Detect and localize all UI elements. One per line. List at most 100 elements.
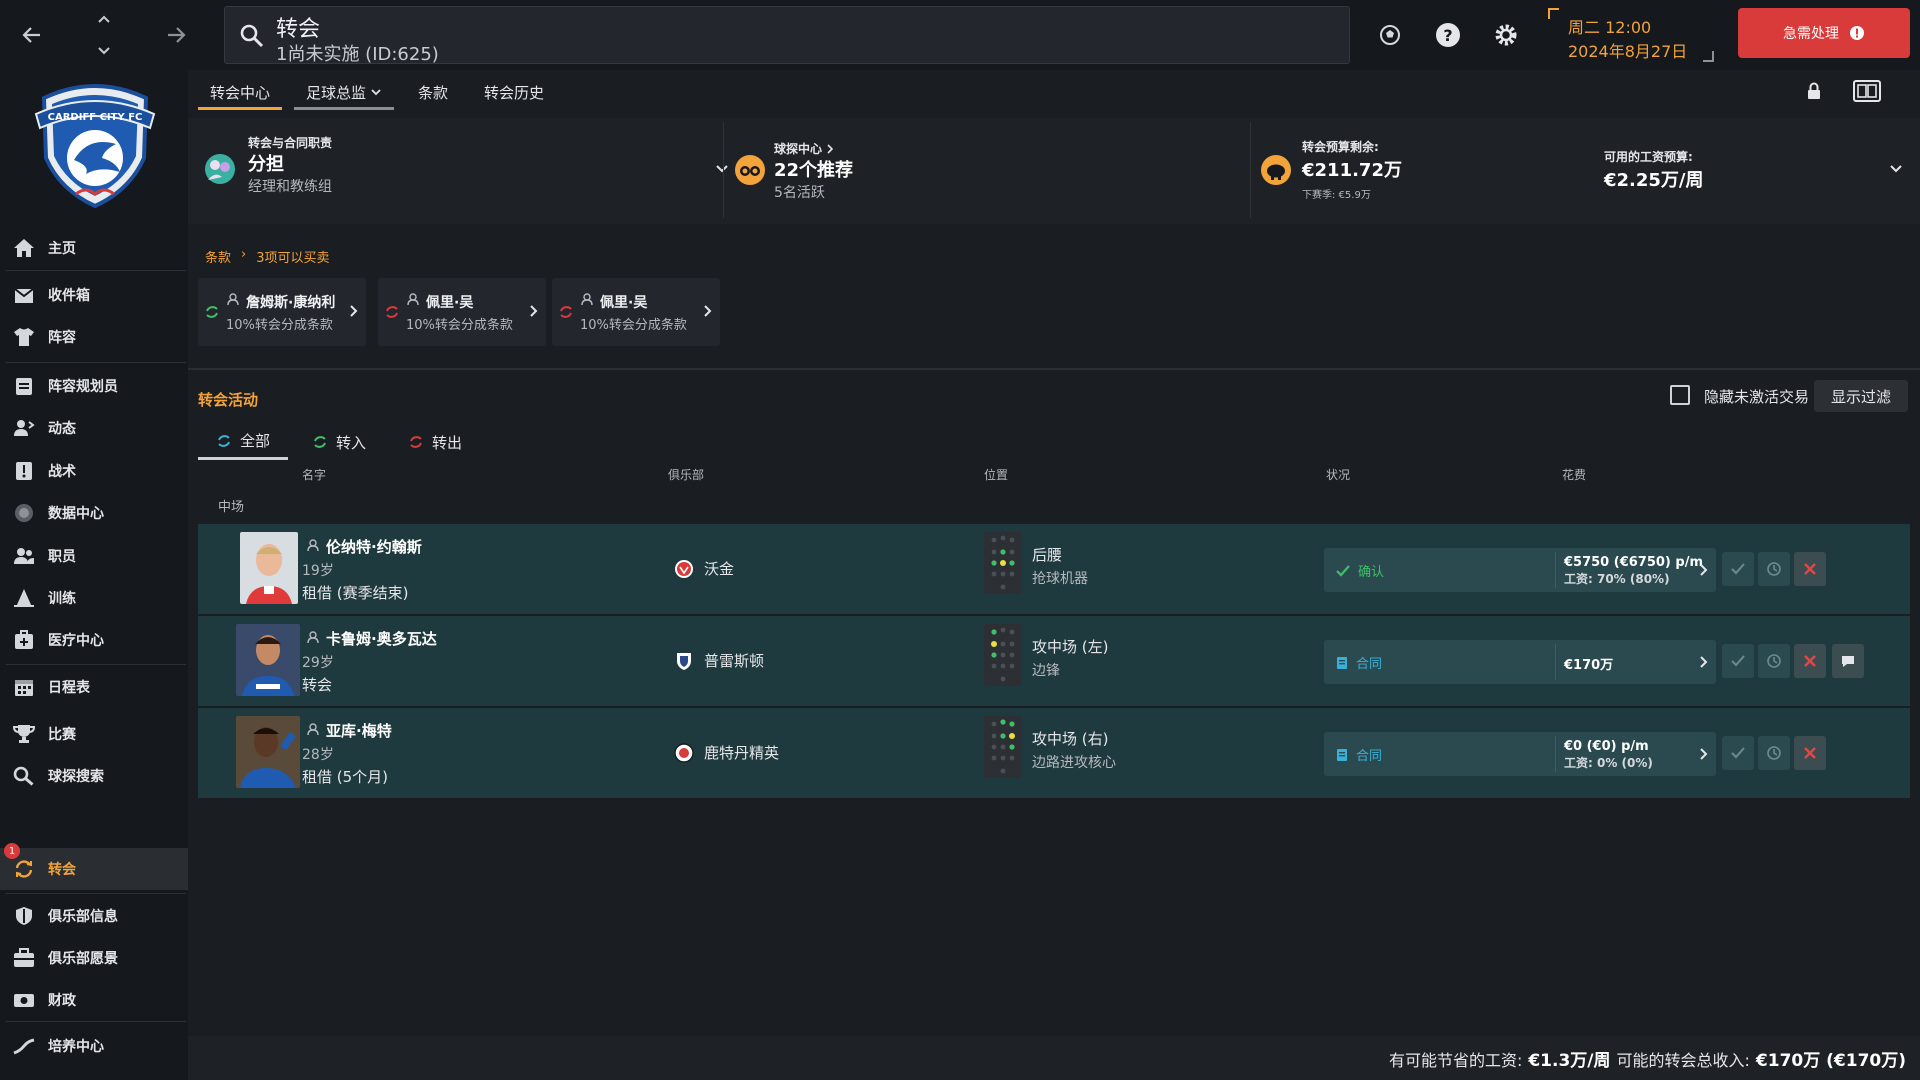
- accept-button[interactable]: [1722, 552, 1754, 586]
- layout-icon[interactable]: [1852, 78, 1884, 104]
- position-pitch: [984, 532, 1022, 594]
- settings-button[interactable]: [1486, 15, 1526, 55]
- sidebar-item-club-info[interactable]: 俱乐部信息: [0, 896, 188, 936]
- corner-top-icon: [1548, 8, 1559, 19]
- sidebar-item-inbox[interactable]: 收件箱: [0, 275, 188, 315]
- breadcrumb-root[interactable]: 条款: [205, 247, 231, 266]
- sidebar-item-finances[interactable]: 财政: [0, 980, 188, 1020]
- inbox-icon: [14, 288, 34, 303]
- player-photo: [240, 532, 298, 604]
- transfer-out-icon: [386, 306, 398, 318]
- clause-card[interactable]: 佩里·吴 10%转会分成条款: [552, 278, 720, 346]
- table-row[interactable]: 卡鲁姆·奥多瓦达 29岁 转会 普雷斯顿 攻中场 (左) 边锋 合同 €170万: [198, 616, 1910, 706]
- tab-director-of-football[interactable]: 足球总监: [294, 76, 395, 110]
- close-icon: [1804, 563, 1816, 575]
- sidebar-item-training[interactable]: 训练: [0, 578, 188, 618]
- forward-button[interactable]: [156, 15, 196, 55]
- sidebar-item-schedule[interactable]: 日程表: [0, 667, 188, 707]
- column-header-status[interactable]: 状况: [1326, 466, 1350, 483]
- sidebar-item-development[interactable]: 培养中心: [0, 1026, 188, 1066]
- delay-button[interactable]: [1758, 552, 1790, 586]
- data-icon: [15, 504, 33, 522]
- tab-in[interactable]: 转入: [294, 424, 384, 460]
- tab-transfer-history[interactable]: 转会历史: [472, 76, 556, 110]
- sidebar-item-squad[interactable]: 阵容: [0, 317, 188, 357]
- sidebar-item-competitions[interactable]: 比赛: [0, 714, 188, 754]
- status-fee-box[interactable]: 合同 €0 (€0) p/m 工资: 0% (0%): [1324, 732, 1716, 776]
- show-filter-button[interactable]: 显示过滤: [1814, 380, 1908, 412]
- player-name[interactable]: 卡鲁姆·奥多瓦达: [326, 628, 437, 649]
- chevron-right-icon: [530, 305, 538, 317]
- sidebar-item-medical[interactable]: 医疗中心: [0, 620, 188, 660]
- hide-inactive-checkbox[interactable]: [1670, 385, 1690, 405]
- cancel-button[interactable]: [1794, 644, 1826, 678]
- up-button[interactable]: [84, 6, 124, 32]
- search-box[interactable]: 转会 1尚未实施 (ID:625): [224, 6, 1350, 65]
- training-icon: [14, 589, 34, 607]
- tab-transfer-centre[interactable]: 转会中心: [198, 76, 283, 110]
- tab-out[interactable]: 转出: [390, 424, 480, 460]
- clock-icon: [1767, 746, 1781, 760]
- sidebar-item-scout-search[interactable]: 球探搜索: [0, 756, 188, 796]
- trophy-icon: [13, 725, 35, 743]
- ball-button[interactable]: [1370, 15, 1410, 55]
- scouting-label-row[interactable]: 球探中心: [774, 140, 834, 157]
- cancel-button[interactable]: [1794, 736, 1826, 770]
- sidebar-item-dynamics[interactable]: 动态: [0, 408, 188, 448]
- urgent-button[interactable]: 急需处理: [1738, 8, 1910, 58]
- status-fee-box[interactable]: 确认 €5750 (€6750) p/m 工资: 70% (80%): [1324, 548, 1716, 592]
- hide-inactive-label[interactable]: 隐藏未激活交易: [1704, 386, 1809, 407]
- delay-button[interactable]: [1758, 736, 1790, 770]
- column-header-fee[interactable]: 花费: [1562, 466, 1586, 483]
- club-cell[interactable]: 鹿特丹精英: [674, 742, 779, 763]
- scouting-card[interactable]: 球探中心 22个推荐 5名活跃: [734, 118, 1134, 224]
- sidebar-item-club-vision[interactable]: 俱乐部愿景: [0, 938, 188, 978]
- sidebar-item-transfers[interactable]: 1 转会: [0, 843, 188, 890]
- wage-budget-card[interactable]: 可用的工资预算: €2.25万/周: [1604, 118, 1914, 224]
- sidebar-item-staff[interactable]: 职员: [0, 536, 188, 576]
- status-fee-box[interactable]: 合同 €170万: [1324, 640, 1716, 684]
- sidebar-item-label: 日程表: [48, 680, 90, 696]
- help-button[interactable]: ?: [1428, 15, 1468, 55]
- position-label: 攻中场 (左): [1032, 638, 1109, 656]
- activity-tabs: 全部 转入 转出: [198, 424, 486, 460]
- clause-card[interactable]: 佩里·吴 10%转会分成条款: [378, 278, 546, 346]
- contract-icon: [1337, 748, 1347, 761]
- clause-player-name: 佩里·吴: [600, 295, 648, 311]
- column-header-club[interactable]: 俱乐部: [668, 466, 704, 483]
- clause-description: 10%转会分成条款: [406, 318, 513, 333]
- column-header-name[interactable]: 名字: [302, 466, 326, 483]
- tab-clauses[interactable]: 条款: [406, 76, 460, 110]
- shirt-icon: [14, 328, 34, 346]
- delay-button[interactable]: [1758, 644, 1790, 678]
- accept-button[interactable]: [1722, 644, 1754, 678]
- chat-button[interactable]: [1832, 644, 1864, 678]
- player-name[interactable]: 亚库·梅特: [326, 720, 392, 741]
- sidebar-item-squad-planner[interactable]: 阵容规划员: [0, 366, 188, 406]
- status-text: 合同: [1356, 657, 1383, 672]
- sidebar-item-home[interactable]: 主页: [0, 228, 188, 268]
- sidebar-item-data-hub[interactable]: 数据中心: [0, 493, 188, 533]
- sidebar-divider: [6, 362, 186, 363]
- back-button[interactable]: [12, 15, 52, 55]
- date-display[interactable]: 周二 12:00 2024年8月27日: [1548, 8, 1714, 62]
- position-pitch: [984, 716, 1022, 778]
- player-name[interactable]: 伦纳特·约翰斯: [326, 536, 422, 557]
- club-cell[interactable]: 沃金: [674, 558, 734, 579]
- shield-icon: [16, 907, 32, 925]
- down-button[interactable]: [84, 38, 124, 64]
- arrow-right-icon: [168, 27, 186, 43]
- cancel-button[interactable]: [1794, 552, 1826, 586]
- tab-all[interactable]: 全部: [198, 424, 289, 460]
- column-header-position[interactable]: 位置: [984, 466, 1008, 483]
- accept-button[interactable]: [1722, 736, 1754, 770]
- breadcrumb-current[interactable]: 3项可以买卖: [256, 247, 329, 266]
- player-age: 28岁: [302, 747, 334, 763]
- lock-icon[interactable]: [1806, 82, 1822, 100]
- club-cell[interactable]: 普雷斯顿: [674, 650, 764, 671]
- sidebar-item-tactics[interactable]: 战术: [0, 451, 188, 491]
- clause-card[interactable]: 詹姆斯·康纳利 10%转会分成条款: [198, 278, 366, 346]
- table-row[interactable]: 亚库·梅特 28岁 租借 (5个月) 鹿特丹精英 攻中场 (右) 边路进攻核心 …: [198, 708, 1910, 798]
- table-row[interactable]: 伦纳特·约翰斯 19岁 租借 (赛季结束) 沃金 后腰 抢球机器 确认 €575…: [198, 524, 1910, 614]
- transfer-budget-card[interactable]: 转会预算剩余: €211.72万 下赛季: €5.9万: [1260, 118, 1560, 224]
